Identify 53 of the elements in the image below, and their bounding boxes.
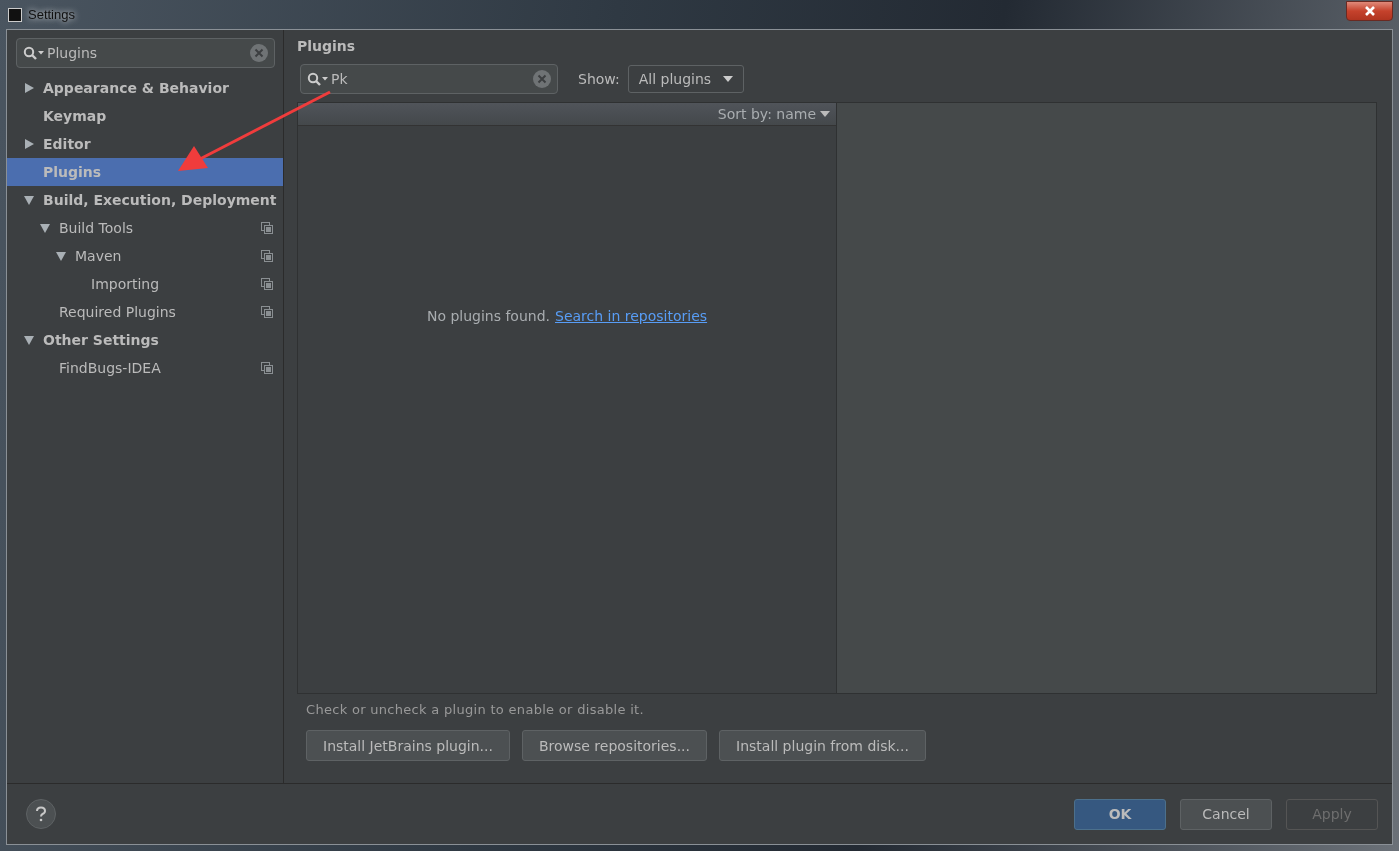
- tree-item-label: Keymap: [43, 108, 107, 124]
- search-icon: [307, 72, 329, 86]
- dialog-button[interactable]: OK: [1074, 798, 1166, 830]
- window-title: Settings: [28, 7, 75, 22]
- expanded-arrow-icon[interactable]: [23, 334, 35, 346]
- dialog-button[interactable]: Cancel: [1180, 798, 1272, 830]
- tree-item[interactable]: Appearance & Behavior: [7, 74, 283, 102]
- search-text: Pk: [330, 71, 349, 87]
- tree-item-label: Build, Execution, Deployment: [43, 192, 277, 208]
- sort-dropdown[interactable]: Sort by: name: [711, 103, 836, 125]
- app-logo-icon: [8, 7, 22, 22]
- tree-item[interactable]: Keymap: [7, 102, 283, 130]
- collapsed-arrow-icon[interactable]: [23, 138, 35, 150]
- install-button[interactable]: Install plugin from disk...: [719, 730, 926, 761]
- install-button[interactable]: Install JetBrains plugin...: [306, 730, 510, 761]
- search-icon: [23, 46, 45, 60]
- search-repositories-link[interactable]: Search in repositories: [555, 308, 708, 324]
- tree-item-label: Build Tools: [59, 220, 134, 236]
- tree-item[interactable]: Build, Execution, Deployment: [7, 186, 283, 214]
- empty-message: No plugins found.: [426, 308, 550, 324]
- search-field[interactable]: Plugins: [16, 38, 275, 68]
- expanded-arrow-icon[interactable]: [39, 222, 51, 234]
- tree-item-label: Required Plugins: [59, 304, 176, 320]
- tree-item-label: Maven: [75, 248, 122, 264]
- expanded-arrow-icon[interactable]: [23, 194, 35, 206]
- close-icon: [1362, 5, 1377, 16]
- tree-item[interactable]: Required Plugins: [7, 298, 283, 326]
- plugin-search-field[interactable]: Pk: [300, 64, 558, 94]
- tree-item[interactable]: Build Tools: [7, 214, 283, 242]
- tree-item[interactable]: Importing: [7, 270, 283, 298]
- tree-item-label: Appearance & Behavior: [43, 80, 229, 96]
- hint-text: Check or uncheck a plugin to enable or disable it.: [306, 702, 645, 717]
- tree-item[interactable]: Editor: [7, 130, 283, 158]
- page-title: Plugins: [297, 38, 357, 56]
- collapsed-arrow-icon[interactable]: [23, 82, 35, 94]
- caret-icon: [820, 111, 830, 117]
- help-button[interactable]: [26, 799, 56, 829]
- install-button[interactable]: Browse repositories...: [521, 730, 707, 761]
- search-text: Plugins: [46, 45, 99, 61]
- expanded-arrow-icon[interactable]: [55, 250, 67, 262]
- tree-item[interactable]: Maven: [7, 242, 283, 270]
- question-mark-icon: [35, 806, 47, 822]
- tree-item-label: Other Settings: [43, 332, 159, 348]
- caret-icon: [723, 76, 734, 82]
- show-label: Show:: [578, 71, 620, 87]
- close-button[interactable]: [1346, 0, 1393, 21]
- tree-item-label: Editor: [43, 136, 91, 152]
- tree-item[interactable]: Other Settings: [7, 326, 283, 354]
- tree-item-label: Plugins: [43, 164, 102, 180]
- tree-item-label: FindBugs-IDEA: [59, 360, 161, 376]
- show-dropdown[interactable]: All plugins: [627, 65, 745, 93]
- tree-item-label: Importing: [91, 276, 160, 292]
- tree-item[interactable]: FindBugs-IDEA: [7, 354, 283, 382]
